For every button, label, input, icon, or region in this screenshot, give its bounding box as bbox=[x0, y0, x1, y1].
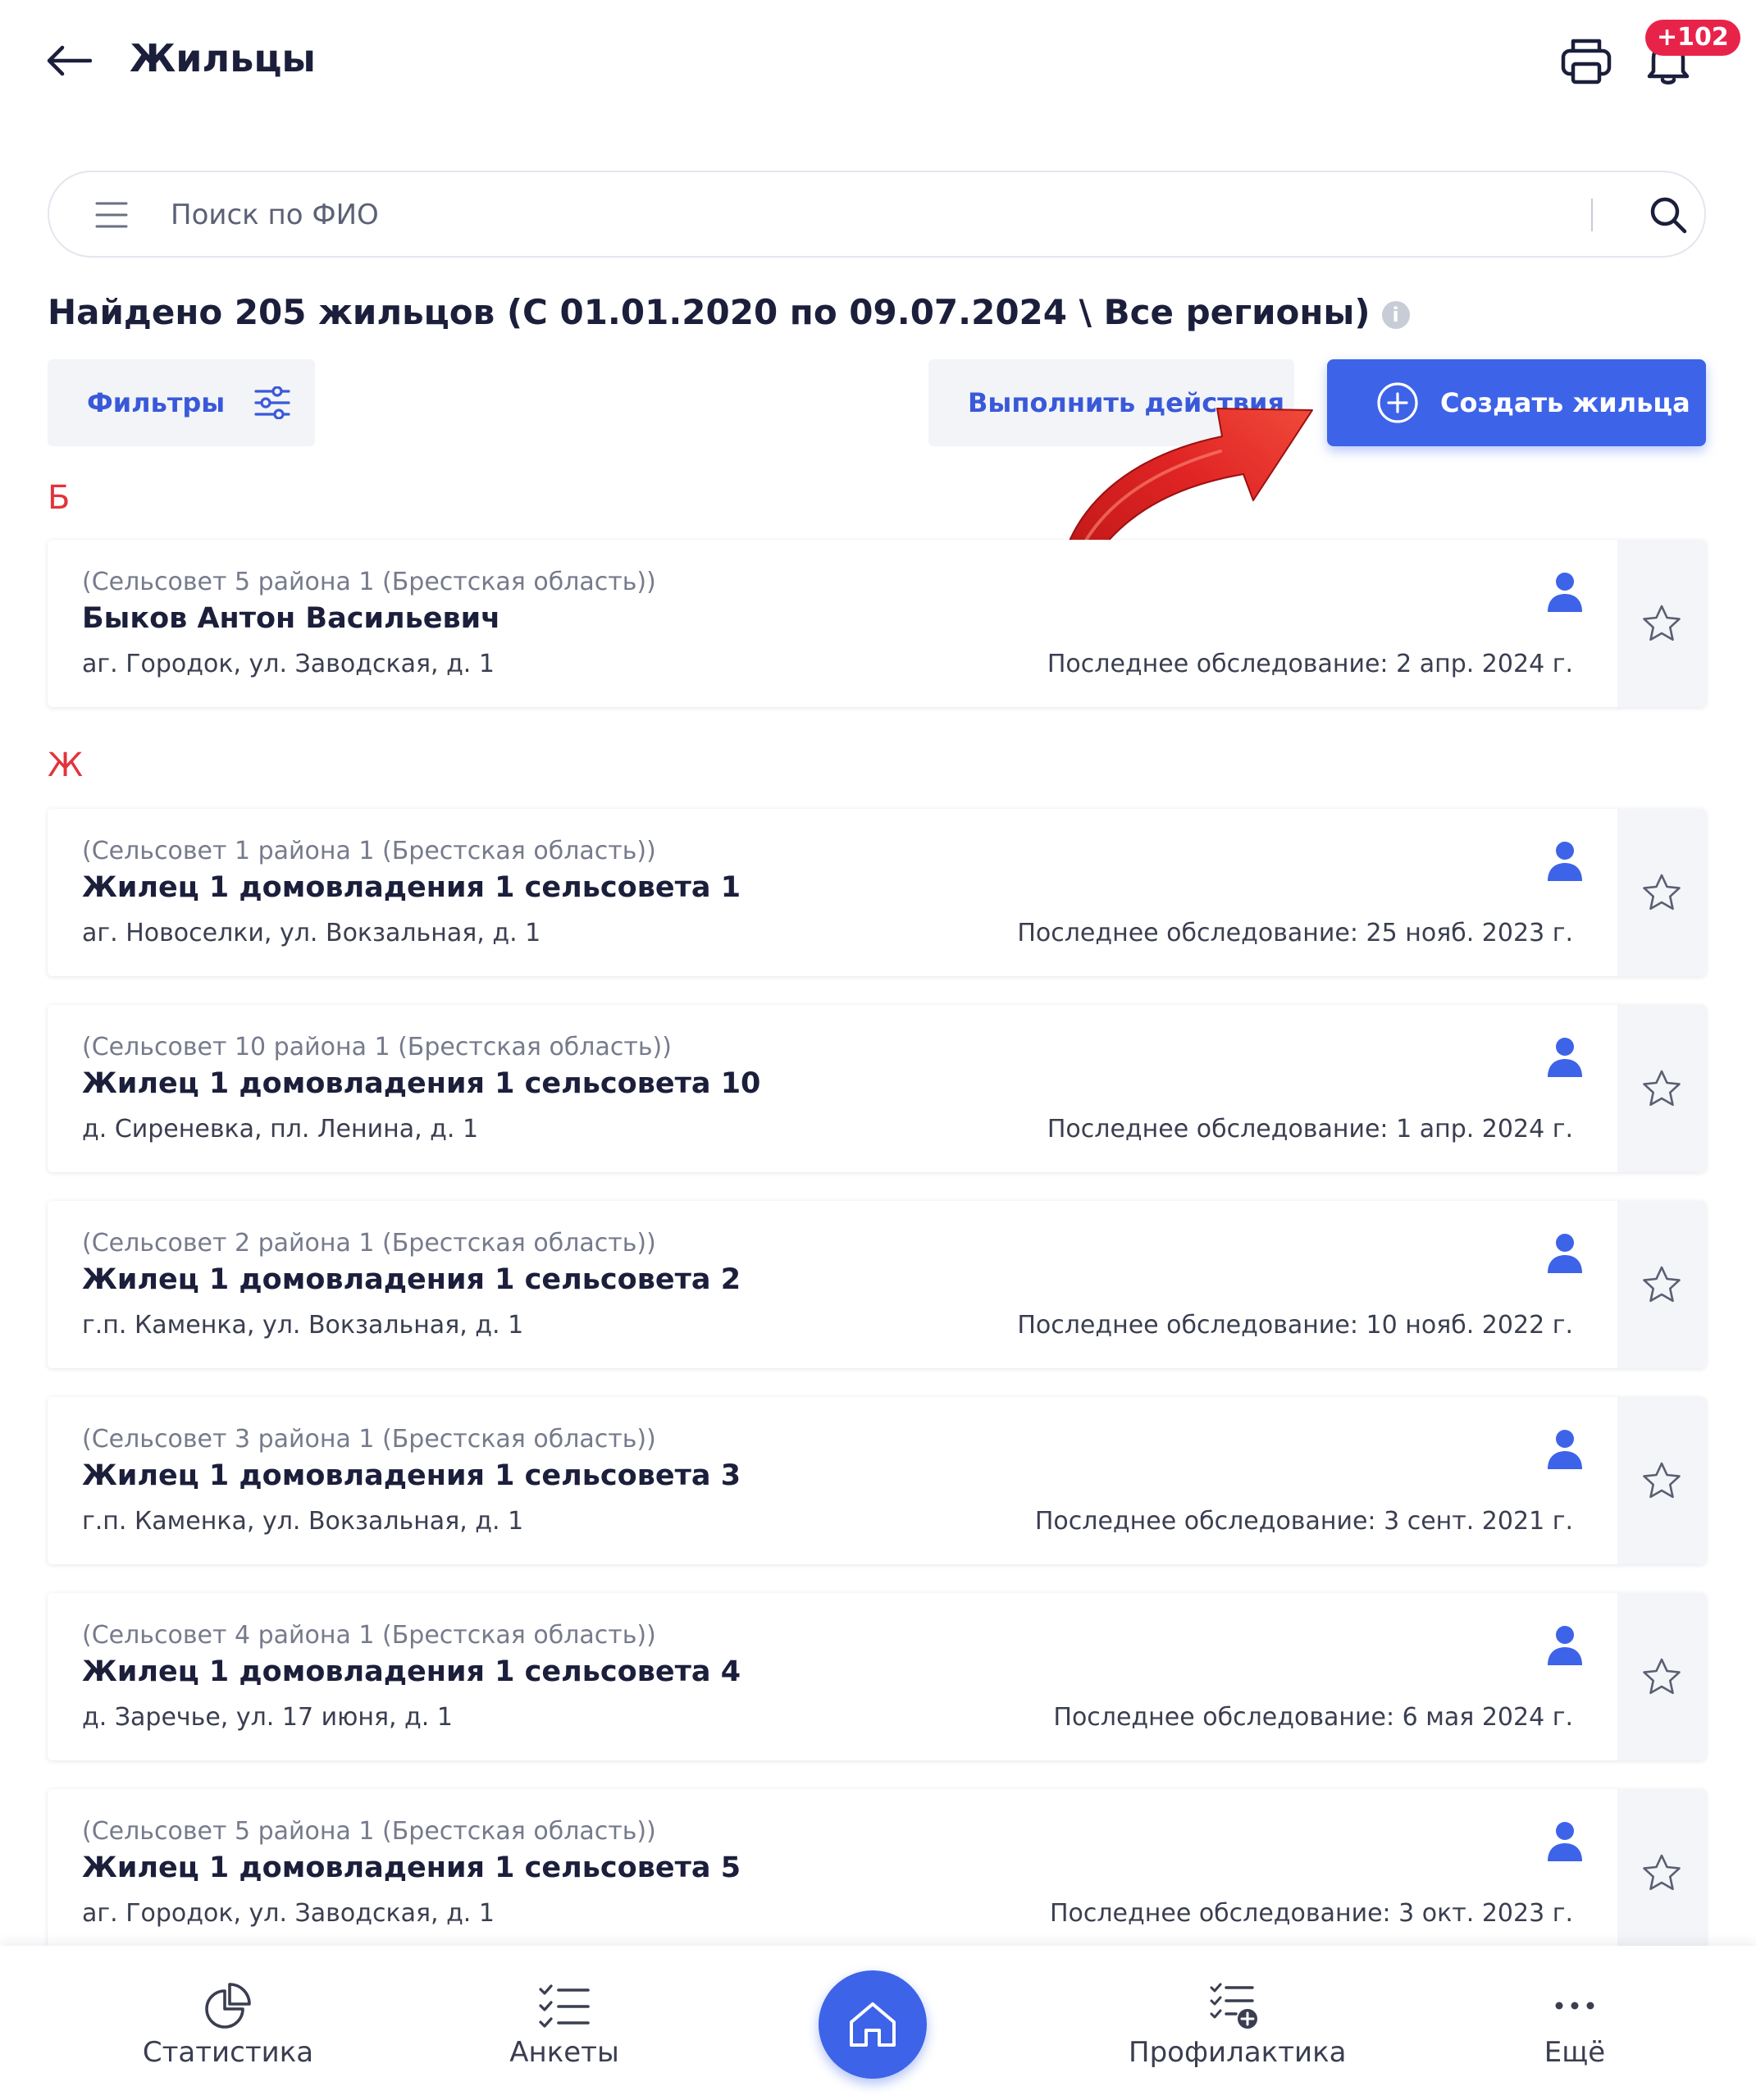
search-input[interactable] bbox=[171, 190, 1614, 240]
more-dots-icon bbox=[1555, 2002, 1594, 2010]
star-icon bbox=[1643, 605, 1681, 641]
resident-address: г.п. Каменка, ул. Вокзальная, д. 1 bbox=[82, 1507, 524, 1536]
resident-name: Быков Антон Васильевич bbox=[82, 602, 501, 635]
nav-prevention-label: Профилактика bbox=[1129, 2036, 1347, 2069]
resident-name: Жилец 1 домовладения 1 сельсовета 5 bbox=[82, 1851, 741, 1884]
perform-actions-button[interactable]: Выполнить действия bbox=[928, 359, 1294, 446]
nav-statistics[interactable]: Статистика bbox=[121, 1977, 335, 2069]
results-summary-text: Найдено 205 жильцов (С 01.01.2020 по 09.… bbox=[48, 292, 1371, 332]
plus-circle-icon bbox=[1377, 382, 1418, 423]
favorite-button[interactable] bbox=[1617, 1789, 1706, 1956]
create-resident-label: Создать жильца bbox=[1440, 387, 1690, 418]
nav-forms-label: Анкеты bbox=[509, 2036, 619, 2069]
nav-home-button[interactable] bbox=[819, 1970, 927, 2079]
person-icon bbox=[1548, 1430, 1582, 1469]
favorite-button[interactable] bbox=[1617, 1397, 1706, 1564]
group-letter: Ж bbox=[48, 746, 84, 784]
resident-council: (Сельсовет 5 района 1 (Брестская область… bbox=[82, 568, 656, 596]
person-icon bbox=[1548, 1626, 1582, 1665]
nav-more-label: Ещё bbox=[1544, 2036, 1606, 2069]
notification-badge: +102 bbox=[1645, 20, 1740, 56]
resident-address: аг. Городок, ул. Заводская, д. 1 bbox=[82, 1899, 495, 1928]
search-button[interactable] bbox=[1644, 190, 1693, 240]
arrow-left-icon bbox=[47, 45, 92, 76]
print-button[interactable] bbox=[1555, 31, 1617, 90]
results-summary: Найдено 205 жильцов (С 01.01.2020 по 09.… bbox=[48, 292, 1410, 332]
person-icon bbox=[1548, 1234, 1582, 1273]
resident-address: аг. Городок, ул. Заводская, д. 1 bbox=[82, 650, 495, 678]
home-icon bbox=[850, 2002, 896, 2047]
star-icon bbox=[1643, 1854, 1681, 1891]
resident-address: г.п. Каменка, ул. Вокзальная, д. 1 bbox=[82, 1311, 524, 1340]
filters-label: Фильтры bbox=[87, 387, 226, 418]
nav-forms[interactable]: Анкеты bbox=[458, 1977, 671, 2069]
star-icon bbox=[1643, 1658, 1681, 1695]
search-divider bbox=[1591, 199, 1593, 231]
resident-address: д. Сиреневка, пл. Ленина, д. 1 bbox=[82, 1115, 479, 1144]
resident-address: аг. Новоселки, ул. Вокзальная, д. 1 bbox=[82, 919, 541, 947]
checklist-icon bbox=[539, 1984, 590, 2028]
favorite-button[interactable] bbox=[1617, 1593, 1706, 1760]
menu-icon[interactable] bbox=[95, 200, 128, 230]
favorite-button[interactable] bbox=[1617, 1005, 1706, 1172]
sliders-icon bbox=[254, 386, 290, 419]
search-icon bbox=[1650, 197, 1687, 234]
resident-name: Жилец 1 домовладения 1 сельсовета 2 bbox=[82, 1263, 741, 1296]
search-bar bbox=[48, 171, 1706, 258]
resident-council: (Сельсовет 4 района 1 (Брестская область… bbox=[82, 1621, 656, 1650]
printer-icon bbox=[1561, 39, 1612, 84]
resident-council: (Сельсовет 5 района 1 (Брестская область… bbox=[82, 1817, 656, 1846]
resident-card[interactable]: (Сельсовет 4 района 1 (Брестская область… bbox=[48, 1593, 1706, 1760]
favorite-button[interactable] bbox=[1617, 809, 1706, 976]
resident-card[interactable]: (Сельсовет 5 района 1 (Брестская область… bbox=[48, 1789, 1706, 1956]
nav-more[interactable]: Ещё bbox=[1468, 1977, 1681, 2069]
favorite-button[interactable] bbox=[1617, 540, 1706, 707]
last-exam-date: Последнее обследование: 2 апр. 2024 г. bbox=[1047, 650, 1573, 678]
resident-address: д. Заречье, ул. 17 июня, д. 1 bbox=[82, 1703, 453, 1732]
star-icon bbox=[1643, 1266, 1681, 1303]
resident-council: (Сельсовет 1 района 1 (Брестская область… bbox=[82, 837, 656, 865]
star-icon bbox=[1643, 874, 1681, 911]
bottom-navigation: Статистика Анкеты Профилактика Ещё bbox=[0, 1946, 1756, 2100]
group-letter: Б bbox=[48, 479, 71, 517]
last-exam-date: Последнее обследование: 3 окт. 2023 г. bbox=[1049, 1899, 1573, 1928]
resident-council: (Сельсовет 3 района 1 (Брестская область… bbox=[82, 1425, 656, 1454]
favorite-button[interactable] bbox=[1617, 1201, 1706, 1368]
nav-statistics-label: Статистика bbox=[142, 2036, 314, 2069]
info-icon[interactable]: i bbox=[1381, 300, 1410, 329]
resident-name: Жилец 1 домовладения 1 сельсовета 4 bbox=[82, 1655, 741, 1688]
perform-actions-label: Выполнить действия bbox=[968, 387, 1285, 418]
person-icon bbox=[1548, 573, 1582, 612]
person-icon bbox=[1548, 1038, 1582, 1077]
resident-card[interactable]: (Сельсовет 1 района 1 (Брестская область… bbox=[48, 809, 1706, 976]
last-exam-date: Последнее обследование: 1 апр. 2024 г. bbox=[1047, 1115, 1573, 1144]
resident-card[interactable]: (Сельсовет 2 района 1 (Брестская область… bbox=[48, 1201, 1706, 1368]
last-exam-date: Последнее обследование: 10 нояб. 2022 г. bbox=[1017, 1311, 1573, 1340]
app-header: Жильцы +102 bbox=[0, 0, 1756, 123]
pie-chart-icon bbox=[205, 1983, 251, 2029]
create-resident-button[interactable]: Создать жильца bbox=[1327, 359, 1706, 446]
checklist-add-icon bbox=[1210, 1983, 1257, 2029]
filters-button[interactable]: Фильтры bbox=[48, 359, 315, 446]
last-exam-date: Последнее обследование: 25 нояб. 2023 г. bbox=[1017, 919, 1573, 947]
resident-name: Жилец 1 домовладения 1 сельсовета 1 bbox=[82, 871, 741, 904]
star-icon bbox=[1643, 1070, 1681, 1107]
resident-council: (Сельсовет 2 района 1 (Брестская область… bbox=[82, 1229, 656, 1258]
resident-council: (Сельсовет 10 района 1 (Брестская област… bbox=[82, 1033, 672, 1061]
resident-card[interactable]: (Сельсовет 10 района 1 (Брестская област… bbox=[48, 1005, 1706, 1172]
back-button[interactable] bbox=[43, 36, 95, 85]
star-icon bbox=[1643, 1462, 1681, 1499]
last-exam-date: Последнее обследование: 3 сент. 2021 г. bbox=[1034, 1507, 1573, 1536]
resident-name: Жилец 1 домовладения 1 сельсовета 3 bbox=[82, 1459, 741, 1492]
person-icon bbox=[1548, 842, 1582, 881]
page-title: Жильцы bbox=[130, 36, 317, 80]
person-icon bbox=[1548, 1822, 1582, 1861]
resident-name: Жилец 1 домовладения 1 сельсовета 10 bbox=[82, 1067, 761, 1100]
last-exam-date: Последнее обследование: 6 мая 2024 г. bbox=[1053, 1703, 1573, 1732]
resident-card[interactable]: (Сельсовет 5 района 1 (Брестская область… bbox=[48, 540, 1706, 707]
resident-card[interactable]: (Сельсовет 3 района 1 (Брестская область… bbox=[48, 1397, 1706, 1564]
nav-prevention[interactable]: Профилактика bbox=[1129, 1977, 1347, 2069]
